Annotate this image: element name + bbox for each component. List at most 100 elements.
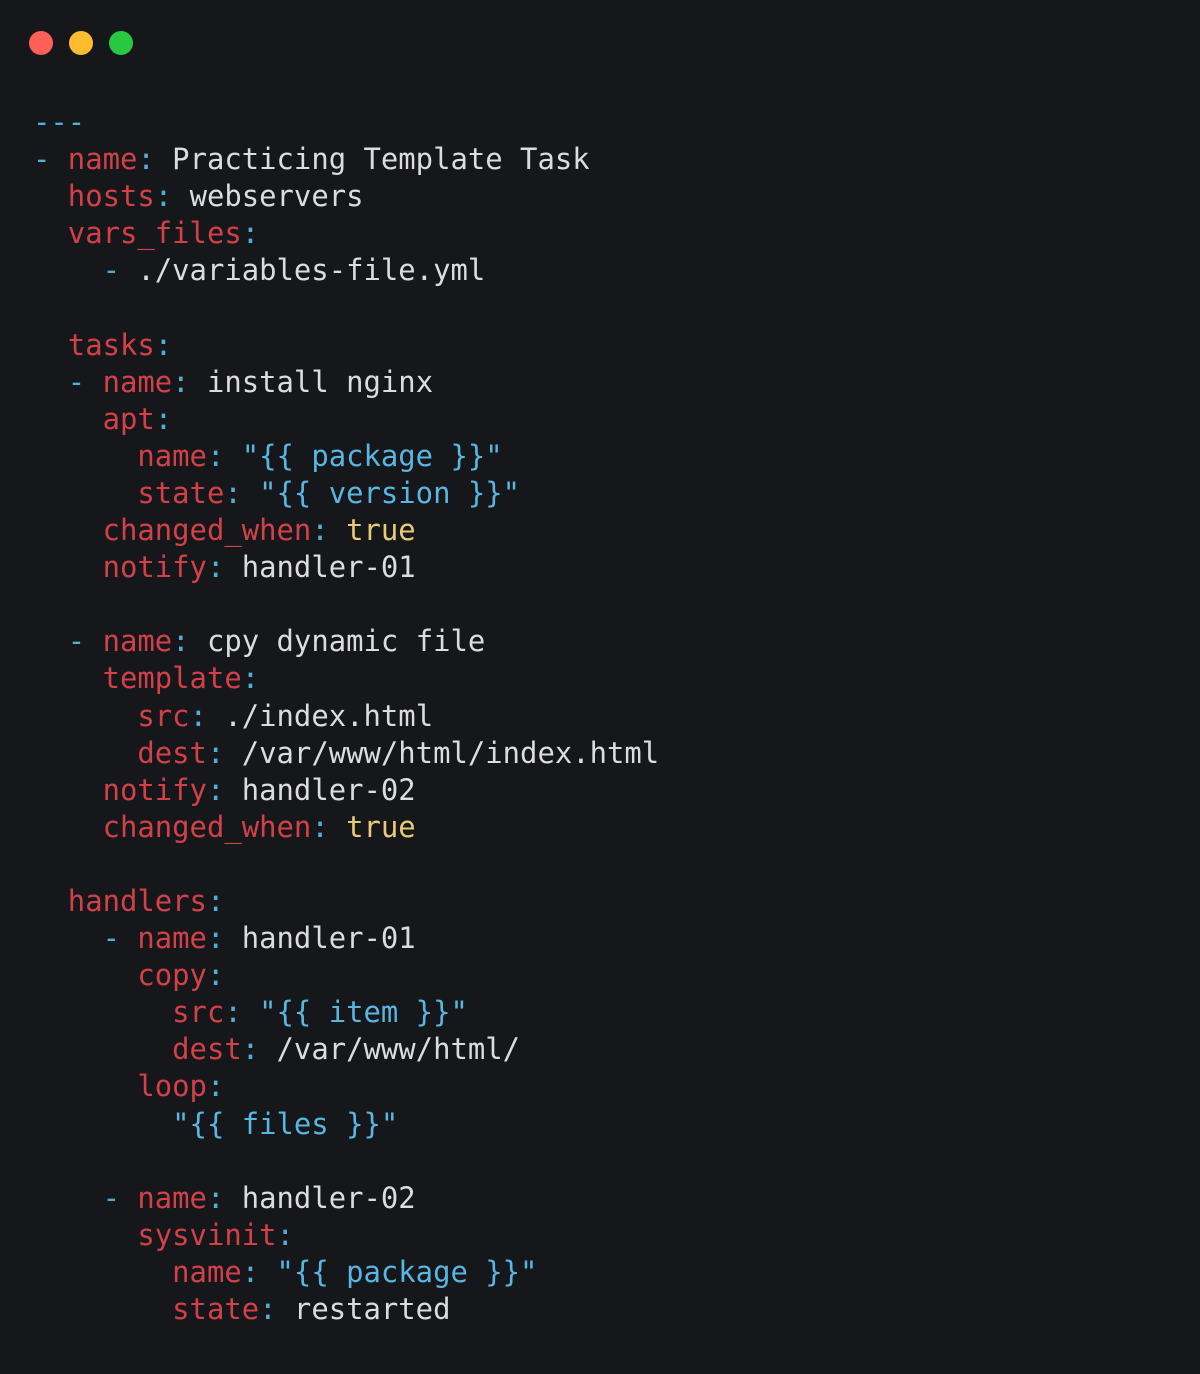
yaml-key: name (137, 921, 207, 956)
yaml-punctuation: --- (33, 105, 86, 139)
yaml-key: changed_when (102, 809, 312, 844)
code-line: hosts: webservers (33, 178, 659, 215)
yaml-template-string: "{{ package }}" (241, 438, 503, 473)
yaml-value (33, 1181, 103, 1215)
yaml-value: install nginx (206, 364, 434, 399)
yaml-punctuation: : (154, 179, 190, 214)
yaml-punctuation: : (311, 809, 347, 844)
yaml-value (33, 216, 68, 250)
code-window: --- - name: Practicing Template Task host… (0, 0, 1200, 1374)
yaml-value (33, 439, 137, 473)
yaml-value: handler-02 (241, 1180, 416, 1215)
yaml-value (33, 1255, 172, 1289)
yaml-key: notify (102, 550, 207, 585)
code-line: - name: handler-02 (33, 1180, 659, 1217)
yaml-key: loop (137, 1069, 207, 1104)
yaml-value (33, 921, 103, 955)
yaml-punctuation: : (241, 661, 260, 696)
yaml-key: notify (102, 772, 207, 807)
code-line: src: ./index.html (33, 698, 659, 735)
yaml-value: /var/www/html/index.html (241, 735, 660, 770)
yaml-punctuation: : (206, 1180, 242, 1215)
code-line: tasks: (33, 327, 659, 364)
code-line: handlers: (33, 883, 659, 920)
yaml-key: name (102, 624, 173, 659)
yaml-value: ./index.html (224, 698, 434, 733)
yaml-key: dest (137, 735, 207, 770)
yaml-value (33, 1292, 172, 1326)
code-line: template: (33, 660, 659, 697)
yaml-key: vars_files (67, 216, 242, 251)
yaml-punctuation: - (67, 624, 103, 659)
code-line: state: "{{ version }}" (33, 475, 659, 512)
window-controls (29, 31, 133, 55)
yaml-value (33, 624, 68, 658)
yaml-value (33, 661, 103, 695)
yaml-template-string: "{{ version }}" (259, 475, 521, 510)
yaml-key: template (102, 661, 242, 696)
yaml-template-string: "{{ item }}" (259, 995, 468, 1030)
yaml-key: sysvinit (137, 1217, 277, 1252)
code-block: --- - name: Practicing Template Task host… (33, 104, 659, 1328)
code-line: loop: (33, 1068, 659, 1105)
yaml-punctuation: - (102, 253, 138, 288)
yaml-template-string: "{{ package }}" (276, 1254, 538, 1289)
code-line: dest: /var/www/html/ (33, 1031, 659, 1068)
yaml-value (33, 736, 137, 770)
code-line: changed_when: true (33, 512, 659, 549)
zoom-icon[interactable] (109, 31, 133, 55)
code-line: src: "{{ item }}" (33, 994, 659, 1031)
yaml-value (33, 699, 137, 733)
yaml-punctuation: : (172, 364, 207, 399)
code-line: - ./variables-file.yml (33, 252, 659, 289)
yaml-key: state (172, 1292, 260, 1326)
code-line: - name: install nginx (33, 364, 659, 401)
yaml-punctuation: : (276, 1217, 294, 1252)
yaml-key: src (172, 995, 225, 1030)
yaml-value (33, 1107, 172, 1141)
code-line: sysvinit: (33, 1217, 659, 1254)
yaml-punctuation: : (224, 475, 260, 510)
yaml-value (33, 884, 68, 918)
yaml-value (33, 328, 68, 362)
yaml-key: tasks (67, 327, 155, 362)
yaml-template-string: "{{ files }}" (172, 1106, 399, 1141)
yaml-value (33, 550, 103, 584)
yaml-value (33, 476, 137, 510)
yaml-value (33, 179, 68, 213)
yaml-key: name (137, 1180, 207, 1215)
yaml-punctuation: : (154, 327, 173, 362)
yaml-value: /var/www/html/ (276, 1032, 521, 1067)
code-line: copy: (33, 957, 659, 994)
yaml-key: name (67, 142, 138, 177)
code-line: state: restarted (33, 1291, 659, 1328)
close-icon[interactable] (29, 31, 53, 55)
yaml-key: handlers (67, 883, 207, 918)
yaml-punctuation: : (206, 958, 225, 993)
yaml-key: state (137, 475, 225, 510)
yaml-punctuation: : (224, 995, 260, 1030)
code-line: apt: (33, 401, 659, 438)
code-line: ​ (33, 846, 659, 883)
yaml-punctuation: : (206, 550, 242, 585)
code-line: name: "{{ package }}" (33, 438, 659, 475)
yaml-value: handler-02 (241, 772, 416, 807)
yaml-punctuation: : (206, 438, 242, 473)
yaml-value: cpy dynamic file (206, 624, 486, 659)
yaml-punctuation: - (102, 1180, 138, 1215)
yaml-key: name (137, 438, 207, 473)
code-line: changed_when: true (33, 809, 659, 846)
code-line: name: "{{ package }}" (33, 1254, 659, 1291)
code-line: ​ (33, 289, 659, 326)
code-line: "{{ files }}" (33, 1106, 659, 1143)
yaml-punctuation: : (137, 142, 173, 177)
yaml-punctuation: - (102, 921, 138, 956)
code-line: notify: handler-02 (33, 772, 659, 809)
yaml-key: name (102, 364, 173, 399)
yaml-key: changed_when (102, 513, 312, 548)
yaml-value (33, 1032, 172, 1066)
yaml-value (33, 253, 103, 287)
yaml-value (33, 365, 68, 399)
code-line: - name: cpy dynamic file (33, 623, 659, 660)
minimize-icon[interactable] (69, 31, 93, 55)
